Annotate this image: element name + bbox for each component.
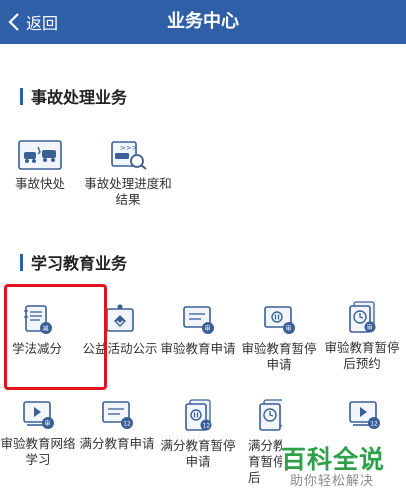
tile-label: 满分教育暂停后 <box>248 438 282 485</box>
tile-label: 审验教育申请 <box>160 341 236 356</box>
full-score-pause-icon: 12 <box>185 399 212 431</box>
accident-quick-icon <box>18 140 62 170</box>
svg-text:>>>: >>> <box>120 144 138 152</box>
full-score-after-icon <box>259 399 282 431</box>
review-education-appointment-icon: 审 <box>349 301 376 333</box>
back-label: 返回 <box>26 14 59 33</box>
public-welfare-icon <box>106 304 134 332</box>
svg-text:12: 12 <box>123 421 131 428</box>
watermark: 百科全说 助你轻松解决 <box>281 440 401 492</box>
tile-label: 审验教育网络学习 <box>0 436 76 467</box>
tile-label: 审验教育暂停后预约 <box>324 340 400 371</box>
accident-progress-icon: >>> <box>111 141 147 170</box>
section-study-text: 学习教育业务 <box>31 254 128 273</box>
svg-text:审: 审 <box>286 325 292 333</box>
tile-full-score-after[interactable]: 满分教育暂停后 <box>244 398 282 486</box>
tile-accident-quick[interactable]: 事故快处 <box>0 140 80 192</box>
review-education-online-icon: 审 <box>23 401 54 429</box>
tile-label: 满分教育申请 <box>79 436 155 451</box>
tile-review-appointment[interactable]: 审 审验教育暂停后预约 <box>322 300 402 372</box>
full-score-video-icon: 12 <box>349 401 380 429</box>
section-marker <box>20 87 23 105</box>
tile-full-score-apply[interactable]: 12 满分教育申请 <box>77 398 157 452</box>
tile-label: 满分教育暂停申请 <box>160 438 236 469</box>
review-education-apply-icon: 审 <box>183 306 214 334</box>
watermark-sub-text: 助你轻松解决 <box>290 474 375 489</box>
header-bar: 返回 业务中心 <box>0 0 406 44</box>
tile-review-online[interactable]: 审 审验教育网络学习 <box>0 398 78 468</box>
svg-text:12: 12 <box>203 423 211 430</box>
tile-accident-progress[interactable]: >>> 事故处理进度和结果 <box>84 140 172 208</box>
highlight-box <box>4 284 107 390</box>
section-marker <box>20 253 23 271</box>
svg-text:审: 审 <box>45 420 51 428</box>
full-score-apply-icon: 12 <box>102 401 133 429</box>
tile-full-score-video[interactable]: 12 <box>324 398 404 436</box>
chevron-left-icon <box>8 13 19 31</box>
tile-review-apply[interactable]: 审 审验教育申请 <box>158 303 238 357</box>
page-title: 业务中心 <box>167 11 239 32</box>
section-study-title: 学习教育业务 <box>20 250 127 274</box>
tile-review-pause[interactable]: 审 审验教育暂停申请 <box>239 303 319 373</box>
tile-full-score-pause[interactable]: 12 满分教育暂停申请 <box>158 398 238 470</box>
review-education-pause-icon: 审 <box>264 306 295 334</box>
section-accident-title: 事故处理业务 <box>20 84 127 108</box>
tile-label: 审验教育暂停申请 <box>241 341 317 372</box>
tile-label: 事故快处 <box>14 176 65 191</box>
svg-text:审: 审 <box>367 324 373 332</box>
section-accident-text: 事故处理业务 <box>31 88 128 107</box>
svg-text:12: 12 <box>370 421 378 428</box>
svg-text:审: 审 <box>205 325 211 333</box>
back-button[interactable]: 返回 <box>6 0 58 44</box>
tile-label: 事故处理进度和结果 <box>84 176 172 207</box>
